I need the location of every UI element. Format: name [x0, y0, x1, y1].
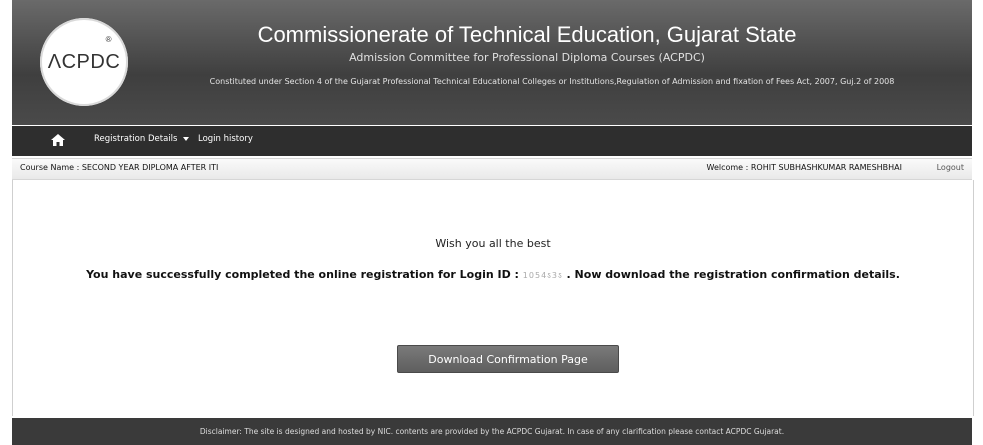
page: ΛCPDC ® Commissionerate of Technical Edu…: [0, 0, 983, 445]
logout-link[interactable]: Logout: [937, 163, 964, 172]
course-name: Course Name : SECOND YEAR DIPLOMA AFTER …: [20, 163, 219, 172]
message-suffix: . Now download the registration confirma…: [562, 268, 900, 281]
wish-text: Wish you all the best: [435, 237, 551, 250]
home-icon[interactable]: [50, 133, 66, 147]
registration-message: You have successfully completed the onli…: [13, 268, 973, 281]
login-id: 1054ऽ3ऽ: [522, 271, 563, 280]
nav-registration-label: Registration Details: [94, 134, 178, 144]
disclaimer-text: Disclaimer: The site is designed and hos…: [199, 427, 785, 436]
page-subtitle: Admission Committee for Professional Dip…: [349, 51, 705, 64]
chevron-down-icon: [183, 136, 190, 141]
nav-login-history[interactable]: Login history: [198, 134, 253, 144]
nav-bar: Registration Details Login history: [12, 126, 972, 156]
nav-registration-details[interactable]: Registration Details: [94, 134, 190, 144]
footer: Disclaimer: The site is designed and hos…: [12, 418, 972, 445]
welcome-text: Welcome : ROHIT SUBHASHKUMAR RAMESHBHAI: [706, 163, 903, 172]
download-confirmation-button[interactable]: Download Confirmation Page: [397, 345, 619, 373]
info-bar: Course Name : SECOND YEAR DIPLOMA AFTER …: [12, 158, 972, 180]
page-title: Commissionerate of Technical Education, …: [257, 22, 797, 47]
site-header: ΛCPDC ® Commissionerate of Technical Edu…: [12, 0, 972, 125]
header-description: Constituted under Section 4 of the Gujar…: [209, 77, 895, 86]
message-prefix: You have successfully completed the onli…: [86, 268, 523, 281]
main-content: Wish you all the best You have successfu…: [12, 180, 974, 416]
